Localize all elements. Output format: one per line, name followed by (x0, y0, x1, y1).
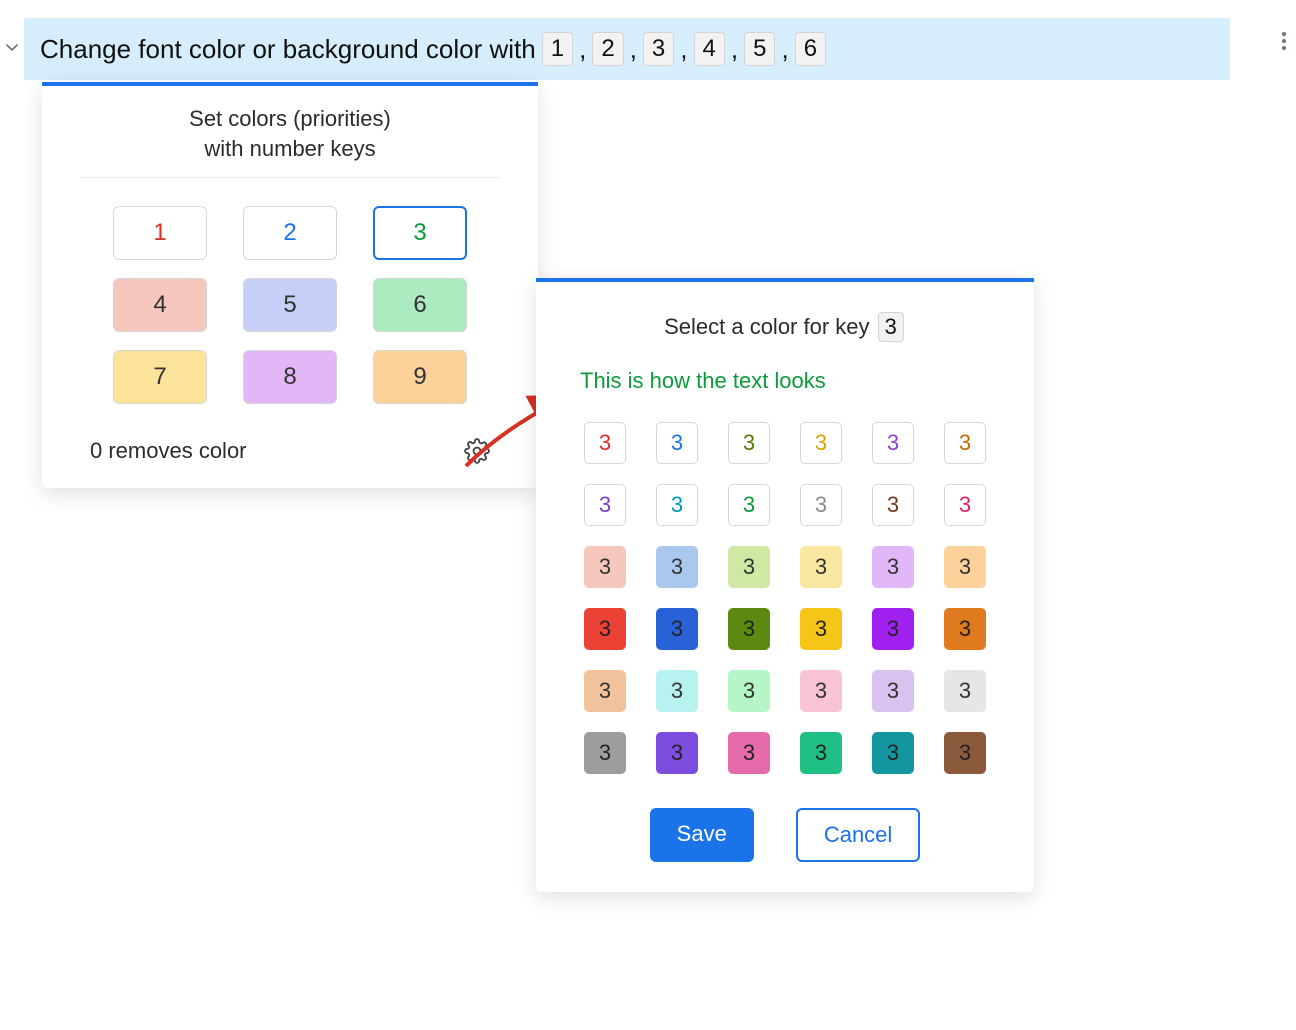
color-swatch-10[interactable]: 3 (872, 484, 914, 526)
heading-row: Change font color or background color wi… (0, 18, 1230, 80)
priority-cell-1[interactable]: 1 (113, 206, 207, 260)
color-swatch-4[interactable]: 3 (872, 422, 914, 464)
priority-cell-6[interactable]: 6 (373, 278, 467, 332)
color-picker-panel: Select a color for key 3 This is how the… (536, 278, 1034, 892)
priority-cell-8[interactable]: 8 (243, 350, 337, 404)
color-swatch-30[interactable]: 3 (584, 732, 626, 774)
key-badge: 3 (878, 312, 904, 342)
color-swatch-15[interactable]: 3 (800, 546, 842, 588)
color-swatch-27[interactable]: 3 (800, 670, 842, 712)
priority-cell-2[interactable]: 2 (243, 206, 337, 260)
color-picker-title: Select a color for key 3 (574, 312, 996, 342)
priority-cell-4[interactable]: 4 (113, 278, 207, 332)
color-swatch-9[interactable]: 3 (800, 484, 842, 526)
color-swatch-6[interactable]: 3 (584, 484, 626, 526)
color-swatch-31[interactable]: 3 (656, 732, 698, 774)
color-swatch-2[interactable]: 3 (728, 422, 770, 464)
heading-banner: Change font color or background color wi… (24, 18, 1230, 80)
cancel-button[interactable]: Cancel (796, 808, 920, 862)
color-swatch-33[interactable]: 3 (800, 732, 842, 774)
color-swatch-29[interactable]: 3 (944, 670, 986, 712)
color-swatch-12[interactable]: 3 (584, 546, 626, 588)
swatch-grid: 333333333333333333333333333333333333 (574, 422, 996, 774)
color-swatch-13[interactable]: 3 (656, 546, 698, 588)
kbd-5: 5 (744, 32, 775, 66)
color-preview-text: This is how the text looks (574, 368, 996, 394)
color-swatch-19[interactable]: 3 (656, 608, 698, 650)
kbd-2: 2 (592, 32, 623, 66)
priority-cell-5[interactable]: 5 (243, 278, 337, 332)
color-swatch-14[interactable]: 3 (728, 546, 770, 588)
gear-icon[interactable] (464, 438, 490, 464)
color-swatch-8[interactable]: 3 (728, 484, 770, 526)
priority-cell-9[interactable]: 9 (373, 350, 467, 404)
more-menu-icon[interactable] (1282, 32, 1286, 50)
heading-text: Change font color or background color wi… (40, 34, 536, 65)
kbd-3: 3 (643, 32, 674, 66)
chevron-down-icon[interactable] (0, 39, 24, 60)
color-swatch-3[interactable]: 3 (800, 422, 842, 464)
save-button[interactable]: Save (650, 808, 754, 862)
color-swatch-26[interactable]: 3 (728, 670, 770, 712)
color-swatch-5[interactable]: 3 (944, 422, 986, 464)
color-swatch-11[interactable]: 3 (944, 484, 986, 526)
priority-panel-title: Set colors (priorities) with number keys (80, 104, 500, 178)
color-swatch-18[interactable]: 3 (584, 608, 626, 650)
color-swatch-17[interactable]: 3 (944, 546, 986, 588)
color-swatch-32[interactable]: 3 (728, 732, 770, 774)
color-swatch-7[interactable]: 3 (656, 484, 698, 526)
color-swatch-23[interactable]: 3 (944, 608, 986, 650)
color-swatch-16[interactable]: 3 (872, 546, 914, 588)
priority-grid: 123 456 789 (80, 206, 500, 404)
color-swatch-20[interactable]: 3 (728, 608, 770, 650)
priority-cell-3[interactable]: 3 (373, 206, 467, 260)
color-swatch-1[interactable]: 3 (656, 422, 698, 464)
color-swatch-35[interactable]: 3 (944, 732, 986, 774)
kbd-4: 4 (694, 32, 725, 66)
kbd-6: 6 (795, 32, 826, 66)
color-swatch-34[interactable]: 3 (872, 732, 914, 774)
priority-color-panel: Set colors (priorities) with number keys… (42, 82, 538, 488)
zero-removes-label: 0 removes color (90, 438, 247, 464)
color-swatch-22[interactable]: 3 (872, 608, 914, 650)
color-swatch-28[interactable]: 3 (872, 670, 914, 712)
color-swatch-25[interactable]: 3 (656, 670, 698, 712)
kbd-1: 1 (542, 32, 573, 66)
color-swatch-21[interactable]: 3 (800, 608, 842, 650)
color-swatch-24[interactable]: 3 (584, 670, 626, 712)
priority-cell-7[interactable]: 7 (113, 350, 207, 404)
color-swatch-0[interactable]: 3 (584, 422, 626, 464)
